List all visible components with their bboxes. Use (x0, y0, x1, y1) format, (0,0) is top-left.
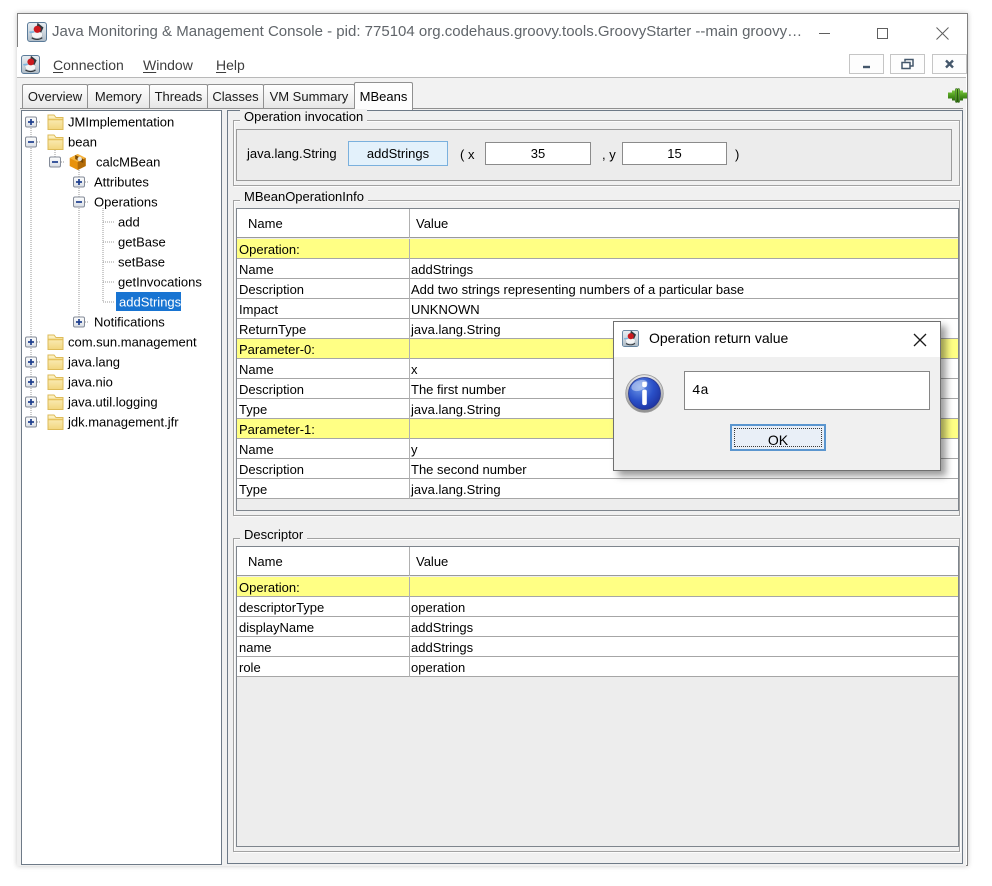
svg-text:addStrings: addStrings (119, 295, 182, 310)
svg-text:calcMBean: calcMBean (96, 155, 160, 170)
svg-text:Operations: Operations (94, 195, 158, 210)
svg-text:com.sun.management: com.sun.management (68, 335, 197, 350)
svg-text:java.util.logging: java.util.logging (67, 395, 158, 410)
svg-text:java.nio: java.nio (67, 375, 113, 390)
svg-text:bean: bean (68, 135, 97, 150)
svg-text:Attributes: Attributes (94, 175, 149, 190)
svg-text:JMImplementation: JMImplementation (68, 115, 174, 130)
svg-text:add: add (118, 215, 140, 230)
svg-text:setBase: setBase (118, 255, 165, 270)
svg-text:Notifications: Notifications (94, 315, 165, 330)
svg-text:getBase: getBase (118, 235, 166, 250)
svg-text:java.lang: java.lang (67, 355, 120, 370)
svg-text:jdk.management.jfr: jdk.management.jfr (67, 415, 179, 430)
svg-text:getInvocations: getInvocations (118, 275, 202, 290)
